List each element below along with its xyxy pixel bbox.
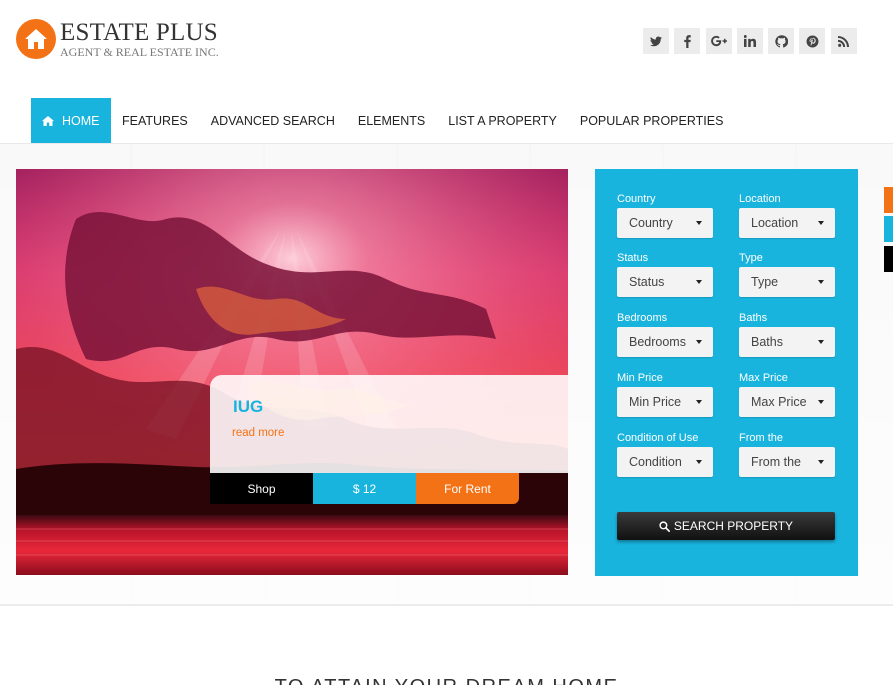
search-property-button[interactable]: SEARCH PROPERTY xyxy=(617,512,835,540)
search-icon xyxy=(659,520,670,532)
max-price-label: Max Price xyxy=(739,372,788,384)
condition-select[interactable]: Condition xyxy=(617,447,713,477)
location-label: Location xyxy=(739,193,781,205)
country-label: Country xyxy=(617,193,656,205)
caret-down-icon xyxy=(696,280,702,284)
max-price-select[interactable]: Max Price xyxy=(739,387,835,417)
bedrooms-label: Bedrooms xyxy=(617,312,668,324)
nav-item-popular-properties[interactable]: POPULAR PROPERTIES xyxy=(568,98,735,143)
google-plus-icon[interactable] xyxy=(705,28,732,54)
caret-down-icon xyxy=(818,221,824,225)
min-price-label: Min Price xyxy=(617,372,663,384)
country-field: Country Country xyxy=(617,193,713,238)
linkedin-icon[interactable] xyxy=(736,28,763,54)
caret-down-icon xyxy=(696,460,702,464)
caret-down-icon xyxy=(818,400,824,404)
bedrooms-select[interactable]: Bedrooms xyxy=(617,327,713,357)
status-select[interactable]: Status xyxy=(617,267,713,297)
color-switch-orange[interactable] xyxy=(884,187,893,213)
condition-field: Condition of Use Condition xyxy=(617,432,713,477)
color-switch-blue[interactable] xyxy=(884,216,893,242)
status-label: Status xyxy=(617,252,649,264)
min-price-field: Min Price Min Price xyxy=(617,372,713,417)
hero-divider xyxy=(0,604,893,606)
caret-down-icon xyxy=(818,280,824,284)
property-price-tag: $ 12 xyxy=(313,473,416,504)
caret-down-icon xyxy=(696,400,702,404)
home-icon xyxy=(42,115,54,126)
github-icon[interactable] xyxy=(768,28,795,54)
slide-image xyxy=(16,169,568,575)
nav-item-elements[interactable]: ELEMENTS xyxy=(346,98,436,143)
slide-tags: Shop $ 12 For Rent xyxy=(210,473,519,504)
country-select[interactable]: Country xyxy=(617,208,713,238)
min-price-select[interactable]: Min Price xyxy=(617,387,713,417)
nav-item-features[interactable]: FEATURES xyxy=(111,98,200,143)
nav-item-advanced-search[interactable]: ADVANCED SEARCH xyxy=(199,98,346,143)
max-price-value: Max Price xyxy=(751,395,807,409)
slide-caption-card: IUG read more xyxy=(210,375,568,473)
nav-label-home: HOME xyxy=(62,113,100,128)
baths-value: Baths xyxy=(751,335,783,349)
property-status-tag: For Rent xyxy=(416,473,519,504)
caret-down-icon xyxy=(818,460,824,464)
nav-item-list-property[interactable]: LIST A PROPERTY xyxy=(437,98,569,143)
from-value: From the xyxy=(751,455,802,469)
type-field: Type Type xyxy=(739,252,835,297)
color-switch-black[interactable] xyxy=(884,246,893,272)
house-icon xyxy=(16,19,56,59)
location-field: Location Location xyxy=(739,193,835,238)
max-price-field: Max Price Max Price xyxy=(739,372,835,417)
property-category-tag: Shop xyxy=(210,473,313,504)
location-select[interactable]: Location xyxy=(739,208,835,238)
read-more-link[interactable]: read more xyxy=(232,427,284,439)
baths-select[interactable]: Baths xyxy=(739,327,835,357)
property-search-panel: Country Country Location Location Status… xyxy=(595,169,858,576)
status-field: Status Status xyxy=(617,252,713,297)
type-value: Type xyxy=(751,275,779,289)
social-links xyxy=(643,28,862,54)
facebook-icon[interactable] xyxy=(674,28,701,54)
bedrooms-value: Bedrooms xyxy=(629,335,686,349)
baths-label: Baths xyxy=(739,312,768,324)
from-select[interactable]: From the xyxy=(739,447,835,477)
brand-subtitle: AGENT & REAL ESTATE INC. xyxy=(60,45,219,59)
location-value: Location xyxy=(751,216,799,230)
pinterest-icon[interactable] xyxy=(799,28,826,54)
search-button-label: SEARCH PROPERTY xyxy=(673,519,794,533)
from-label: From the xyxy=(739,432,784,444)
baths-field: Baths Baths xyxy=(739,312,835,357)
bedrooms-field: Bedrooms Bedrooms xyxy=(617,312,713,357)
site-logo[interactable]: ESTATE PLUS AGENT & REAL ESTATE INC. xyxy=(16,19,219,59)
caret-down-icon xyxy=(696,340,702,344)
status-value: Status xyxy=(629,275,665,289)
rss-icon[interactable] xyxy=(830,28,857,54)
country-value: Country xyxy=(629,216,673,230)
caret-down-icon xyxy=(818,340,824,344)
section-heading: TO ATTAIN YOUR DREAM HOME xyxy=(0,676,893,685)
type-select[interactable]: Type xyxy=(739,267,835,297)
type-label: Type xyxy=(739,252,763,264)
nav-item-home[interactable]: HOME xyxy=(31,98,111,143)
property-slider[interactable] xyxy=(16,169,568,575)
slide-title[interactable]: IUG xyxy=(233,397,263,417)
twitter-icon[interactable] xyxy=(643,28,669,54)
caret-down-icon xyxy=(696,221,702,225)
min-price-value: Min Price xyxy=(629,395,682,409)
brand-title: ESTATE PLUS xyxy=(60,19,218,46)
condition-value: Condition xyxy=(629,455,682,469)
main-nav: HOME FEATURES ADVANCED SEARCH ELEMENTS L… xyxy=(31,98,735,143)
from-field: From the From the xyxy=(739,432,835,477)
condition-label: Condition of Use xyxy=(617,432,699,444)
